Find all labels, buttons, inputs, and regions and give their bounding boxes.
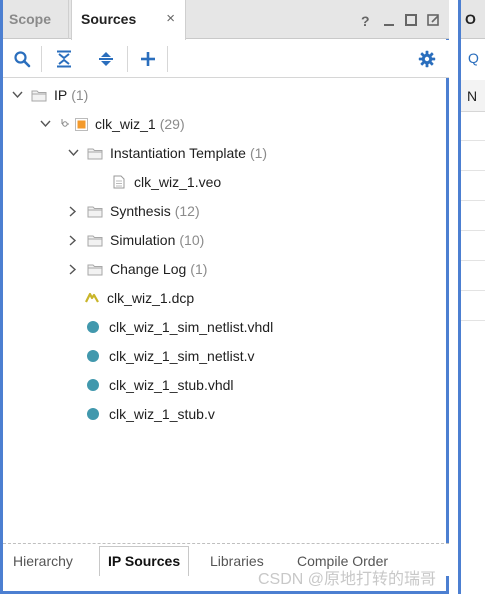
maximize-icon[interactable] xyxy=(405,13,417,30)
hdl-file-icon xyxy=(87,350,99,362)
chevron-down-icon[interactable] xyxy=(39,118,51,130)
tree-item-veo-file[interactable]: clk_wiz_1.veo xyxy=(113,170,221,194)
grid-line xyxy=(461,320,485,321)
tree-item-ip[interactable]: IP (1) xyxy=(11,83,88,107)
tree-item-label: clk_wiz_1.dcp xyxy=(107,290,195,306)
item-count: (1) xyxy=(190,261,208,277)
tree-item-label: Change Log xyxy=(110,261,187,277)
folder-icon xyxy=(87,146,103,160)
toolbar-separator xyxy=(41,46,42,72)
hierarchy-connector-icon xyxy=(59,117,73,131)
item-count: (1) xyxy=(249,145,268,161)
right-panel-search-icon[interactable]: Q xyxy=(468,50,479,66)
close-icon[interactable]: × xyxy=(166,0,175,38)
float-icon[interactable] xyxy=(427,13,439,30)
hdl-file-icon xyxy=(87,379,99,391)
tree-item-label: IP xyxy=(54,87,68,103)
folder-icon xyxy=(87,262,103,276)
chevron-right-icon[interactable] xyxy=(67,205,79,217)
tree-item-sim-netlist-v[interactable]: clk_wiz_1_sim_netlist.v xyxy=(85,344,255,368)
tree-item-sim-netlist-vhdl[interactable]: clk_wiz_1_sim_netlist.vhdl xyxy=(85,315,273,339)
ip-core-icon xyxy=(75,117,89,131)
folder-icon xyxy=(31,88,47,102)
grid-line xyxy=(461,260,485,261)
tab-ip-sources[interactable]: IP Sources xyxy=(99,546,190,576)
chevron-down-icon[interactable] xyxy=(67,147,79,159)
document-icon xyxy=(113,175,127,189)
tree-item-label: Synthesis xyxy=(110,203,171,219)
tree-item-label: clk_wiz_1_stub.v xyxy=(109,406,215,422)
chevron-right-icon[interactable] xyxy=(67,234,79,246)
chevron-right-icon[interactable] xyxy=(67,263,79,275)
right-panel-tab[interactable]: O xyxy=(461,0,485,39)
tree-item-simulation[interactable]: Simulation (10) xyxy=(67,228,204,252)
add-sources-icon[interactable] xyxy=(137,48,159,70)
grid-line xyxy=(461,230,485,231)
tree-item-stub-v[interactable]: clk_wiz_1_stub.v xyxy=(85,402,215,426)
tab-hierarchy[interactable]: Hierarchy xyxy=(13,548,73,575)
panel-tab-bar: Scope Sources × ? xyxy=(3,0,449,40)
gear-icon[interactable] xyxy=(416,48,438,70)
tree-item-label: clk_wiz_1_stub.vhdl xyxy=(109,377,234,393)
checkpoint-icon xyxy=(85,291,99,305)
tree-item-clk-wiz-1[interactable]: clk_wiz_1 (29) xyxy=(39,112,185,136)
toolbar-separator xyxy=(167,46,168,72)
tab-libraries[interactable]: Libraries xyxy=(210,548,264,575)
tree-item-change-log[interactable]: Change Log (1) xyxy=(67,257,207,281)
chevron-down-icon[interactable] xyxy=(11,89,23,101)
grid-line xyxy=(461,140,485,141)
folder-icon xyxy=(87,233,103,247)
tree-item-label: clk_wiz_1_sim_netlist.v xyxy=(109,348,255,364)
right-adjacent-panel: O Q N xyxy=(458,0,485,594)
tree-item-label: clk_wiz_1_sim_netlist.vhdl xyxy=(109,319,274,335)
tree-item-dcp-file[interactable]: clk_wiz_1.dcp xyxy=(85,286,194,310)
tree-item-label: clk_wiz_1 xyxy=(95,116,156,132)
tab-sources-label: Sources xyxy=(81,11,137,27)
item-count: (10) xyxy=(179,232,205,248)
tree-item-label: Simulation xyxy=(110,232,176,248)
item-count: (1) xyxy=(71,87,89,103)
watermark-text: CSDN @原地打转的瑞哥 xyxy=(258,571,437,588)
sources-panel: Scope Sources × ? IP (1) clk_wiz_1 (29) … xyxy=(0,0,449,594)
tab-scope[interactable]: Scope xyxy=(7,0,69,39)
tree-item-synthesis[interactable]: Synthesis (12) xyxy=(67,199,200,223)
hdl-file-icon xyxy=(87,408,99,420)
tree-item-label: clk_wiz_1.veo xyxy=(134,174,222,190)
tree-item-instantiation-template[interactable]: Instantiation Template (1) xyxy=(67,141,267,165)
tree-item-label: Instantiation Template xyxy=(110,145,246,161)
help-icon[interactable]: ? xyxy=(361,13,370,29)
tree-item-stub-vhdl[interactable]: clk_wiz_1_stub.vhdl xyxy=(85,373,234,397)
tab-sources[interactable]: Sources × xyxy=(71,0,186,40)
grid-line xyxy=(461,290,485,291)
sources-toolbar xyxy=(3,40,449,78)
collapse-all-icon[interactable] xyxy=(53,48,75,70)
minimize-icon[interactable] xyxy=(383,13,395,30)
item-count: (29) xyxy=(159,116,185,132)
right-panel-column-header: N xyxy=(461,80,485,112)
item-count: (12) xyxy=(174,203,200,219)
hdl-file-icon xyxy=(87,321,99,333)
grid-line xyxy=(461,170,485,171)
expand-all-icon[interactable] xyxy=(95,48,117,70)
search-icon[interactable] xyxy=(11,48,33,70)
grid-line xyxy=(461,200,485,201)
toolbar-separator xyxy=(127,46,128,72)
folder-icon xyxy=(87,204,103,218)
